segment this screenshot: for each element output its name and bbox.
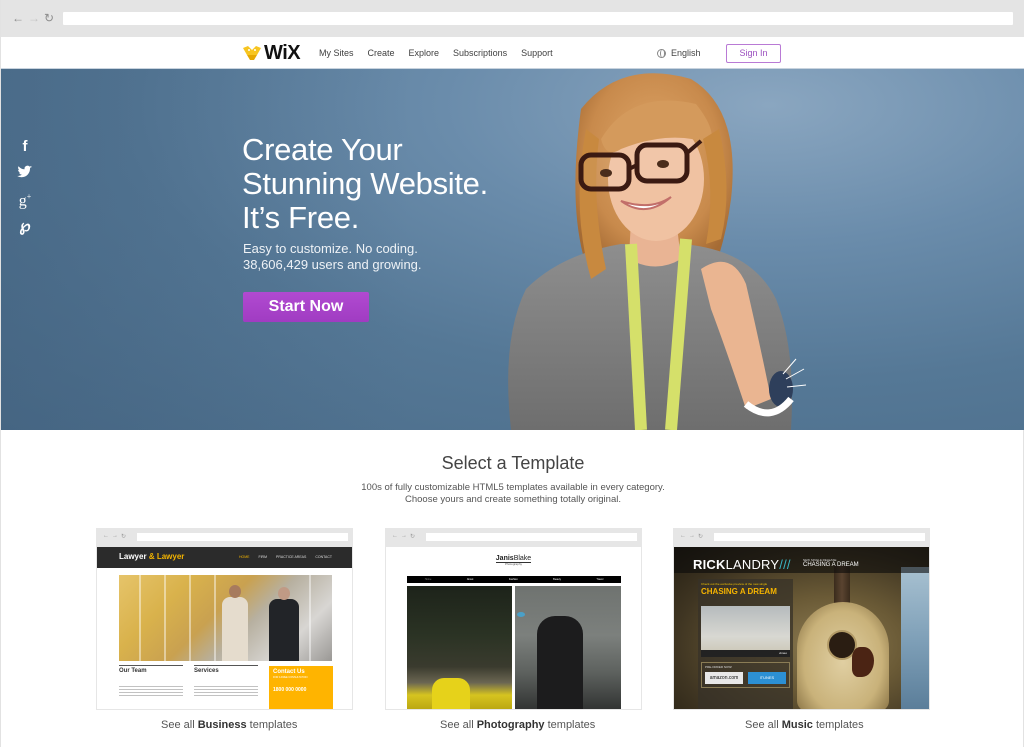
nav-subscriptions[interactable]: Subscriptions xyxy=(453,48,507,58)
forward-icon: → xyxy=(401,533,407,539)
photography-brand: JanisBlake xyxy=(495,555,532,563)
business-our-team: Our Team xyxy=(119,665,183,698)
business-preview-nav: HOME FIRM PRACTICE AREAS CONTACT xyxy=(238,555,332,559)
reload-icon: ↻ xyxy=(121,534,127,540)
business-services: Services xyxy=(194,665,258,698)
sign-in-button[interactable]: Sign In xyxy=(726,44,781,63)
music-preview: RICKLANDRY/// NEW SINGLE RELEASE CHASING… xyxy=(674,547,929,709)
forward-icon: → xyxy=(689,533,695,539)
nav-my-sites[interactable]: My Sites xyxy=(319,48,354,58)
reload-icon[interactable]: ↻ xyxy=(44,11,54,25)
forward-icon[interactable]: → xyxy=(28,11,40,25)
music-tag-big: CHASING A DREAM xyxy=(803,562,859,568)
facebook-icon[interactable]: f xyxy=(23,139,28,155)
music-preorder-box: PRE-ORDER NOW! amazon.com iTUNES xyxy=(701,662,790,688)
business-preview-header: Lawyer & Lawyer HOME FIRM PRACTICE AREAS… xyxy=(97,547,352,568)
reload-icon: ↻ xyxy=(698,534,704,540)
hero-subline-1: Easy to customize. No coding. xyxy=(243,241,418,256)
itunes-badge: iTUNES xyxy=(748,672,786,684)
headline-line-2: Stunning Website. xyxy=(242,166,488,201)
business-contact-box: Contact Us FOR A FREE CONSULTATION 1800 … xyxy=(269,666,333,709)
select-template-heading: Select a Template xyxy=(441,453,585,473)
twitter-icon[interactable] xyxy=(17,165,33,179)
forward-icon: → xyxy=(112,533,118,539)
main-nav: My Sites Create Explore Subscriptions Su… xyxy=(319,48,553,58)
photography-image-right xyxy=(515,586,621,709)
language-label: English xyxy=(671,48,701,58)
mini-browser-bar: ← → ↻ xyxy=(386,529,641,547)
photography-preview-nav: Home About Fashion Beauty Travel xyxy=(407,576,621,583)
hero-photo-woman xyxy=(508,73,807,430)
reload-icon: ↻ xyxy=(410,534,416,540)
browser-toolbar: ← → ↻ xyxy=(1,0,1024,37)
page-frame: ← → ↻ WiX My Sites Create Explore Subscr… xyxy=(0,0,1024,747)
hero-subtitle: Easy to customize. No coding. 38,606,429… xyxy=(243,241,422,273)
see-all-business-link[interactable]: See all Business templates xyxy=(161,719,297,731)
hero-headline: Create Your Stunning Website. It’s Free. xyxy=(242,133,488,235)
see-all-photography-link[interactable]: See all Photography templates xyxy=(440,719,595,731)
select-template-description: 100s of fully customizable HTML5 templat… xyxy=(1,482,1024,506)
site-header: WiX My Sites Create Explore Subscription… xyxy=(1,37,1024,69)
logo-text: WiX xyxy=(264,42,301,64)
photography-subtitle: Photography xyxy=(504,562,522,566)
back-icon: ← xyxy=(392,533,398,539)
back-icon: ← xyxy=(103,533,109,539)
guitar-image xyxy=(797,602,889,709)
business-brand: Lawyer & Lawyer xyxy=(119,552,185,561)
mini-browser-bar: ← → ↻ xyxy=(674,529,929,547)
see-all-music-link[interactable]: See all Music templates xyxy=(745,719,864,731)
headline-line-1: Create Your xyxy=(242,132,403,167)
address-bar[interactable] xyxy=(63,12,1013,25)
template-card-business[interactable]: ← → ↻ Lawyer & Lawyer HOME FIRM PRACTICE A… xyxy=(96,528,353,710)
back-icon: ← xyxy=(680,533,686,539)
wix-logo[interactable]: WiX xyxy=(242,42,301,64)
nav-support[interactable]: Support xyxy=(521,48,553,58)
nav-create[interactable]: Create xyxy=(368,48,395,58)
template-card-music[interactable]: ← → ↻ RICKLANDRY/// NEW SINGLE RELEASE CHA… xyxy=(673,528,930,710)
music-promo-panel: Check out the exclusive preview of the n… xyxy=(698,579,793,709)
mini-browser-bar: ← → ↻ xyxy=(97,529,352,547)
amazon-badge: amazon.com xyxy=(705,672,743,684)
music-brand: RICKLANDRY/// xyxy=(693,557,791,572)
globe-icon xyxy=(657,48,666,58)
wix-crown-icon xyxy=(243,46,261,60)
start-now-button[interactable]: Start Now xyxy=(243,292,369,322)
back-icon[interactable]: ← xyxy=(12,11,24,25)
user-count-text: 38,606,429 users and growing. xyxy=(243,257,422,272)
language-selector[interactable]: English xyxy=(657,48,701,58)
headline-line-3: It’s Free. xyxy=(242,200,360,235)
photography-image-left xyxy=(407,586,512,709)
music-video-player: vimeo xyxy=(701,606,790,657)
google-plus-icon[interactable]: g+ xyxy=(19,189,32,209)
hero-banner: f g+ ℘ Create Your Stunning Website. It’… xyxy=(1,69,1024,430)
nav-explore[interactable]: Explore xyxy=(409,48,440,58)
business-preview-image xyxy=(119,575,332,661)
template-card-photography[interactable]: ← → ↻ JanisBlake Photography Home About Fa… xyxy=(385,528,642,710)
pinterest-icon[interactable]: ℘ xyxy=(19,219,30,235)
social-share-bar: f g+ ℘ xyxy=(17,139,33,235)
description-line-2: Choose yours and create something totall… xyxy=(405,494,621,505)
description-line-1: 100s of fully customizable HTML5 templat… xyxy=(361,482,665,493)
